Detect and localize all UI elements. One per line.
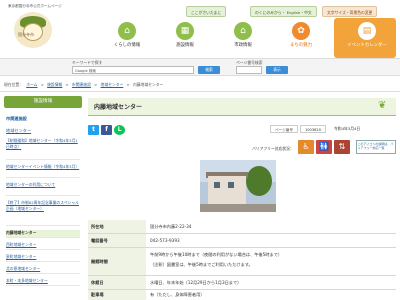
row-label: 駐車場 bbox=[88, 290, 146, 300]
keyword-search-button[interactable]: 検索 bbox=[198, 66, 220, 74]
sidebar-item-current[interactable]: 内藤地域センター bbox=[6, 230, 80, 238]
sidebar-heading: 施設情報 bbox=[4, 96, 82, 108]
row-label: 電話番号 bbox=[88, 234, 146, 247]
sidebar-section-city-facility[interactable]: 市関連施設 bbox=[6, 116, 27, 122]
breadcrumb-separator: > bbox=[65, 82, 69, 87]
top-link-language[interactable]: のくにのみから・ English・中文 bbox=[250, 6, 317, 17]
row-label: 所在地 bbox=[88, 220, 146, 233]
sidebar-item[interactable]: 本町・本多地域センター bbox=[6, 278, 80, 286]
breadcrumb-separator: > bbox=[126, 82, 130, 87]
nav-city-admin[interactable]: ⌂ 市政情報 bbox=[220, 20, 266, 56]
row-value: 有（ただし、身体障害者用） bbox=[150, 292, 205, 297]
barrier-free-label: バリアフリー対応状況： bbox=[252, 146, 294, 151]
row-value: 午前9時から午後10時まで（夜間の利用がない場合は、午後5時まで） bbox=[150, 252, 283, 257]
twitter-share-icon[interactable]: t bbox=[88, 125, 99, 135]
sidebar-section-community-center[interactable]: 地域センター bbox=[6, 128, 31, 134]
site-header: 東京都国分寺市公式ホームページ 国分寺市 ここがさいたまに のくにのみから・ E… bbox=[0, 0, 400, 76]
barrier-free-info-link[interactable]: このアイコンの説明は、バリアフリー対応一覧 bbox=[356, 140, 396, 154]
leaf-icon: ❦ bbox=[378, 100, 387, 111]
breadcrumb-home[interactable]: ホーム bbox=[26, 82, 37, 87]
sidebar-item[interactable]: 地域センターの利用について bbox=[6, 182, 80, 196]
page-number-value: 1003620 bbox=[300, 125, 326, 133]
sidebar-item[interactable]: 【制限緩和】地域センター（令和4年3月1日時点） bbox=[6, 138, 80, 160]
site-subtitle: 東京都国分寺市公式ホームページ bbox=[8, 4, 62, 8]
row-label: 休館日 bbox=[88, 276, 146, 289]
page-title-bar: 内藤地域センター ❦ bbox=[88, 98, 396, 116]
updated-date: 令和4年3月4日 bbox=[334, 126, 361, 131]
breadcrumb: 現在位置： ホーム > 施設情報 > 市関連施設 > 地域センター > 内藤地域… bbox=[4, 82, 394, 89]
breadcrumb-facility[interactable]: 施設情報 bbox=[47, 82, 62, 87]
row-value: 国分寺市内藤2-22-34 bbox=[150, 224, 192, 229]
sidebar-item[interactable]: 地域センターイベント情報（令和4年3月） bbox=[6, 164, 80, 178]
nav-life-info[interactable]: ⌂ くらしの情報 bbox=[104, 20, 150, 56]
breadcrumb-separator: > bbox=[40, 82, 44, 87]
building-icon: ▦ bbox=[176, 22, 194, 40]
site-name: 国分寺市 bbox=[18, 32, 34, 37]
flower-icon: ✿ bbox=[292, 22, 310, 40]
facebook-share-icon[interactable]: f bbox=[101, 125, 112, 135]
breadcrumb-community-center[interactable]: 地域センター bbox=[101, 82, 124, 87]
table-row: 電話番号 042-573-9393 bbox=[88, 234, 396, 248]
page-number-input[interactable] bbox=[236, 66, 262, 74]
global-nav: ⌂ くらしの情報 ▦ 施設情報 ⌂ 市政情報 ✿ まちの魅力 ▤ イベントカレン… bbox=[64, 18, 400, 58]
facility-photo bbox=[200, 160, 276, 212]
keyword-search-input[interactable]: Google 検索 bbox=[72, 66, 194, 74]
page-title: 内藤地域センター bbox=[94, 104, 143, 111]
row-label: 開館時間 bbox=[88, 248, 146, 275]
breadcrumb-separator: > bbox=[94, 82, 98, 87]
breadcrumb-label: 現在位置： bbox=[4, 82, 23, 87]
mascot-icon bbox=[14, 12, 52, 48]
sidebar-item[interactable]: 西町地域センター bbox=[6, 242, 80, 250]
table-row: 駐車場 有（ただし、身体障害者用） bbox=[88, 290, 396, 300]
row-value: 042-573-9393 bbox=[150, 238, 180, 243]
elevator-icon: ⇅ bbox=[334, 140, 350, 154]
breadcrumb-current: 内藤地域センター bbox=[132, 82, 164, 87]
city-hall-icon: ⌂ bbox=[234, 22, 252, 40]
nav-facility-info[interactable]: ▦ 施設情報 bbox=[162, 20, 208, 56]
wheelchair-icon: ♿ bbox=[298, 140, 314, 154]
home-icon: ⌂ bbox=[118, 22, 136, 40]
toilet-icon: 🚻 bbox=[316, 140, 332, 154]
table-row: 開館時間 午前9時から午後10時まで（夜間の利用がない場合は、午後5時まで） （… bbox=[88, 248, 396, 276]
sidebar: 施設情報 市関連施設 地域センター 【制限緩和】地域センター（令和4年3月1日時… bbox=[4, 96, 82, 300]
nav-event-calendar[interactable]: ▤ イベントカレンダー bbox=[338, 20, 396, 56]
row-value-note: （注釈）図書室は、午後5時までご利用いただけます。 bbox=[150, 262, 253, 267]
site-logo[interactable]: 東京都国分寺市公式ホームページ 国分寺市 bbox=[0, 0, 64, 58]
sidebar-item[interactable]: 泉町地域センター bbox=[6, 254, 80, 262]
top-link-text-size[interactable]: 文字サイズ・背景色の変更 bbox=[322, 6, 378, 17]
divider bbox=[0, 91, 400, 92]
nav-city-charm[interactable]: ✿ まちの魅力 bbox=[278, 20, 324, 56]
table-row: 所在地 国分寺市内藤2-22-34 bbox=[88, 220, 396, 234]
row-value: 水曜日、年末年始（12月29日から1月3日まで） bbox=[150, 280, 242, 285]
page-number-label: ページ番号 bbox=[270, 125, 298, 133]
table-row: 休館日 水曜日、年末年始（12月29日から1月3日まで） bbox=[88, 276, 396, 290]
sidebar-item[interactable]: 北の原地域センター bbox=[6, 266, 80, 274]
top-link-1[interactable]: ここがさいたまに bbox=[186, 6, 227, 17]
breadcrumb-city-facility[interactable]: 市関連施設 bbox=[72, 82, 91, 87]
facility-info-table: 所在地 国分寺市内藤2-22-34 電話番号 042-573-9393 開館時間… bbox=[88, 220, 396, 300]
search-bar: キーワードで探す Google 検索 検索 ページ番号検索 表示 bbox=[0, 58, 400, 76]
calendar-icon: ▤ bbox=[358, 22, 376, 40]
sidebar-item[interactable]: 【終了】市制62周年記念事業のスペシャル企画（地域センター） bbox=[6, 200, 80, 226]
line-share-icon[interactable]: L bbox=[114, 125, 125, 135]
page-number-show-button[interactable]: 表示 bbox=[266, 66, 288, 74]
